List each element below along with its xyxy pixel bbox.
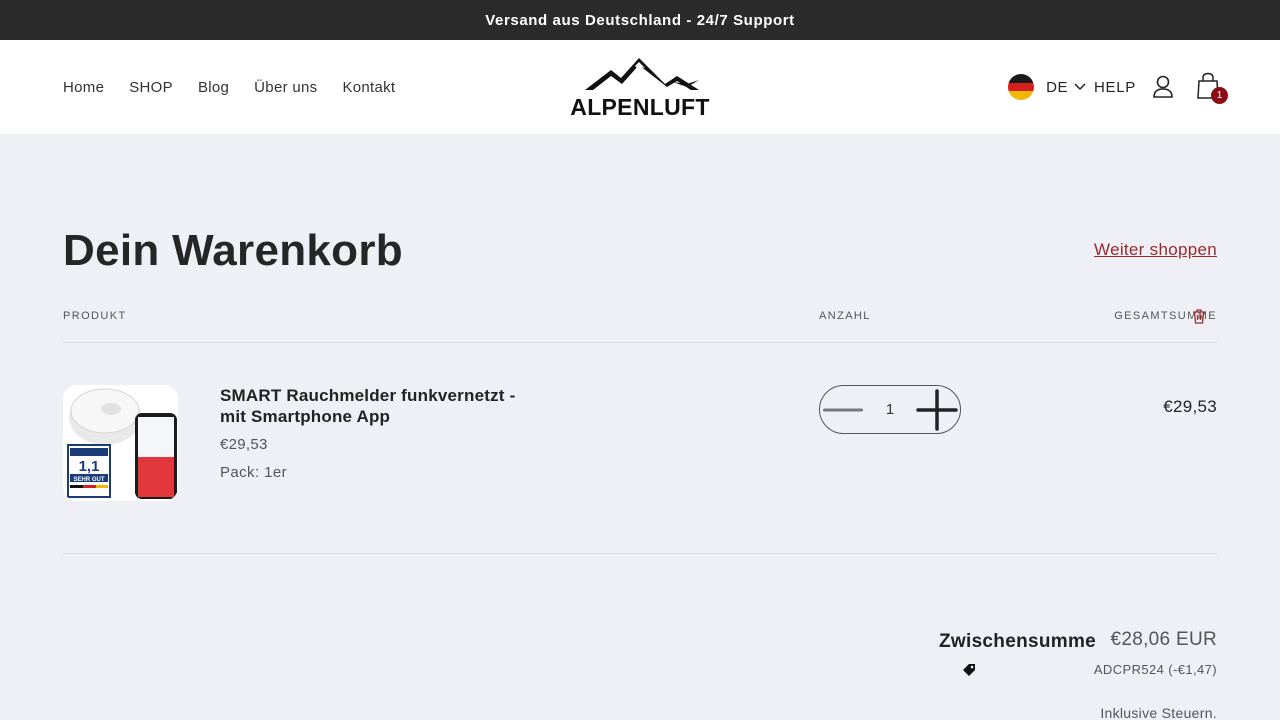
brand-name: ALPENLUFT — [570, 94, 710, 120]
discount-code: ADCPR524 (-€1,47) — [1093, 662, 1217, 677]
cart-count-badge: 1 — [1211, 87, 1228, 104]
product-name[interactable]: SMART Rauchmelder funkvernetzt - mit Sma… — [220, 385, 540, 427]
nav-home[interactable]: Home — [63, 79, 104, 96]
decrease-quantity-button[interactable] — [820, 386, 866, 433]
trash-icon[interactable] — [1192, 309, 1206, 324]
product-variant: Pack: 1er — [220, 464, 287, 481]
mountain-logo-icon — [585, 58, 699, 90]
header-actions: DE HELP 1 — [1008, 40, 1228, 134]
germany-flag-icon[interactable] — [1008, 74, 1035, 100]
minus-icon — [823, 408, 863, 411]
svg-text:SEHR GUT: SEHR GUT — [73, 477, 104, 483]
continue-shopping-link[interactable]: Weiter shoppen — [1094, 240, 1217, 260]
product-image[interactable]: 1,1 SEHR GUT — [63, 385, 178, 501]
plus-icon — [916, 388, 958, 431]
main-nav: Home SHOP Blog Über uns Kontakt — [63, 40, 420, 134]
line-total: €29,53 — [1163, 397, 1217, 416]
product-price: €29,53 — [220, 436, 268, 453]
help-link[interactable]: HELP — [1094, 79, 1136, 96]
user-icon[interactable] — [1152, 75, 1174, 99]
brand-logo[interactable]: ALPENLUFT — [568, 54, 712, 124]
column-header-product: PRODUKT — [63, 310, 127, 322]
column-header-quantity: ANZAHL — [819, 310, 871, 322]
header-divider — [63, 342, 1217, 343]
nav-about[interactable]: Über uns — [254, 79, 317, 96]
increase-quantity-button[interactable] — [914, 386, 960, 433]
items-divider — [63, 553, 1217, 554]
site-header: Home SHOP Blog Über uns Kontakt ALPENLUF… — [0, 40, 1280, 134]
tax-note: Inklusive Steuern. — [1100, 705, 1217, 720]
quantity-stepper: 1 — [819, 385, 961, 434]
quantity-input[interactable]: 1 — [866, 386, 914, 433]
nav-shop[interactable]: SHOP — [129, 79, 173, 96]
announcement-text: Versand aus Deutschland - 24/7 Support — [485, 11, 795, 29]
subtotal-label: Zwischensumme — [939, 631, 1097, 652]
subtotal-value: €28,06 EUR — [1110, 629, 1217, 650]
cart-button[interactable]: 1 — [1196, 72, 1228, 104]
chevron-down-icon[interactable] — [1074, 83, 1086, 91]
tag-icon — [963, 664, 975, 676]
smoke-detector-product-image: 1,1 SEHR GUT — [63, 385, 178, 501]
announcement-bar: Versand aus Deutschland - 24/7 Support — [0, 0, 1280, 40]
page-title: Dein Warenkorb — [63, 226, 403, 275]
language-selector[interactable]: DE — [1046, 79, 1068, 96]
svg-text:1,1: 1,1 — [79, 458, 100, 475]
nav-blog[interactable]: Blog — [198, 79, 229, 96]
nav-contact[interactable]: Kontakt — [342, 79, 395, 96]
